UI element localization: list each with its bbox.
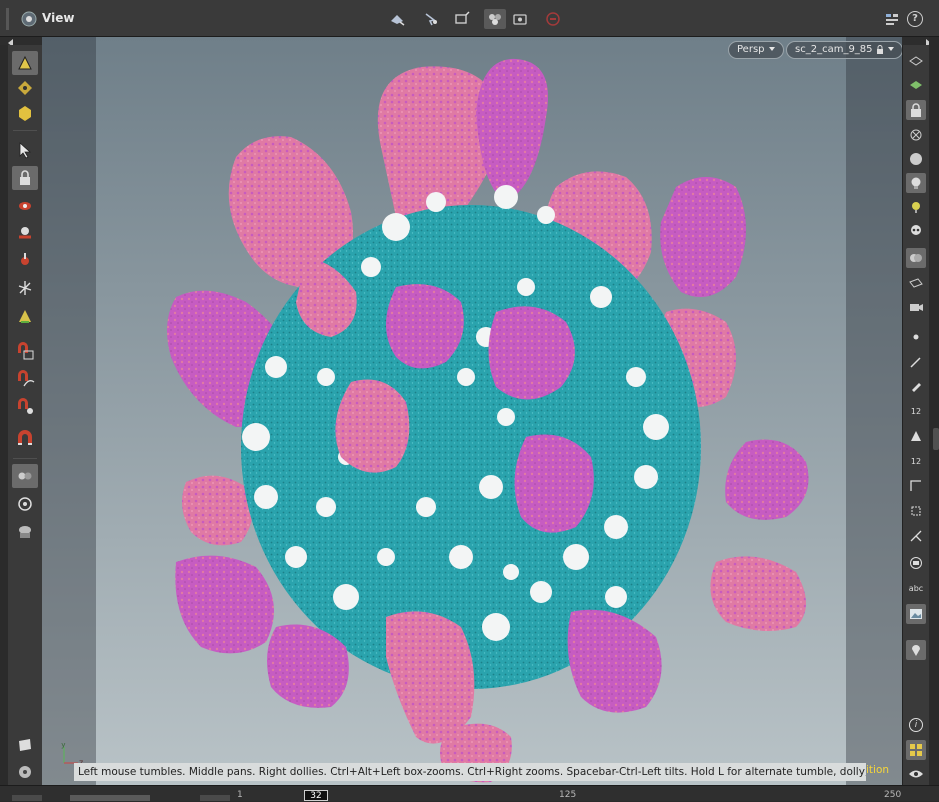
eye-view-icon[interactable]: [20, 10, 38, 28]
point-light-icon[interactable]: [906, 197, 926, 217]
toolbar-divider: [13, 458, 37, 459]
select-mode-icon[interactable]: [386, 9, 408, 29]
eye-icon[interactable]: [906, 764, 926, 784]
camera-mask-right: [846, 37, 902, 785]
secure-selection-icon[interactable]: [420, 9, 442, 29]
toolbar-divider: [13, 130, 37, 131]
text-abc-icon[interactable]: abc: [906, 578, 926, 598]
status-message: Left mouse tumbles. Middle pans. Right d…: [74, 763, 866, 781]
view-camera-icon[interactable]: [12, 193, 38, 217]
image-icon[interactable]: [906, 604, 926, 624]
camera-menu[interactable]: Persp: [728, 41, 784, 59]
link-camera-icon[interactable]: [12, 464, 38, 488]
transform-handles-icon[interactable]: [451, 9, 473, 29]
camera-mask-left: [42, 37, 96, 785]
display-flipbook-icon[interactable]: [12, 733, 38, 757]
help-icon[interactable]: ?: [905, 9, 925, 29]
grid-icon[interactable]: [906, 740, 926, 760]
timeline-segment: [70, 795, 150, 801]
constraint-icon[interactable]: [906, 501, 926, 521]
display-options-icon[interactable]: [484, 9, 506, 29]
timeline-start-label: 1: [237, 790, 243, 800]
lock-icon[interactable]: [12, 166, 38, 190]
status-overflow-text: ition: [866, 764, 890, 776]
object-mode-icon[interactable]: [12, 51, 38, 75]
ghost-icon[interactable]: [906, 75, 926, 95]
count-12b-icon[interactable]: 12: [906, 451, 926, 471]
timeline-bar[interactable]: 1 32 125 250: [0, 785, 939, 801]
pane-header: View ?: [0, 0, 939, 37]
text-abc-label: abc: [908, 583, 924, 593]
chevron-down-icon: [887, 47, 894, 51]
cloud-icon[interactable]: [906, 248, 926, 268]
camera-menu-label: Persp: [737, 44, 765, 55]
handle-tool-icon[interactable]: [12, 248, 38, 272]
scene-viewport[interactable]: Persp sc_2_cam_9_85 y z Left mouse tumbl…: [42, 37, 902, 785]
snapshot-icon[interactable]: [509, 9, 531, 29]
pen-icon[interactable]: [906, 376, 926, 396]
magnet-snap-curve-icon[interactable]: [12, 367, 38, 391]
magnet-icon[interactable]: [12, 427, 38, 451]
timeline-mid-label: 125: [559, 790, 577, 800]
shader-icon[interactable]: [906, 426, 926, 446]
path-icon[interactable]: [906, 476, 926, 496]
render-settings-icon[interactable]: [12, 760, 38, 784]
timeline-end-label: 250: [884, 790, 902, 800]
select-arrow-icon[interactable]: [12, 138, 38, 162]
right-toolbar: 12 12 abc i: [902, 45, 929, 785]
pin-icon[interactable]: [906, 640, 926, 660]
magnet-snap-point-icon[interactable]: [12, 395, 38, 419]
help-label: ?: [907, 11, 923, 27]
light-bulb-icon[interactable]: [906, 173, 926, 193]
current-frame-marker[interactable]: 32: [304, 790, 328, 801]
stop-render-icon[interactable]: [542, 9, 564, 29]
lock-icon: [876, 44, 883, 54]
snap-record-icon[interactable]: [12, 492, 38, 516]
axis-y-label: y: [61, 743, 66, 749]
timeline-segment: [12, 795, 42, 801]
sphere-icon[interactable]: [906, 149, 926, 169]
count-12b-label: 12: [910, 456, 922, 466]
camera-icon[interactable]: [906, 273, 926, 293]
camera-select[interactable]: sc_2_cam_9_85: [786, 41, 902, 59]
count-12-label: 12: [910, 406, 922, 416]
frame-icon[interactable]: [906, 553, 926, 573]
wand-icon[interactable]: [906, 352, 926, 372]
close-view-icon[interactable]: [906, 125, 926, 145]
pose-tool-icon[interactable]: [12, 276, 38, 300]
virus-model: [167, 58, 809, 783]
camera-small-icon[interactable]: [906, 297, 926, 317]
info-icon[interactable]: i: [906, 715, 926, 735]
layers-icon[interactable]: [906, 51, 926, 71]
pane-title: View: [42, 11, 75, 25]
points-mode-icon[interactable]: [12, 76, 38, 100]
brush-tool-icon[interactable]: [12, 304, 38, 328]
timeline-segment: [200, 795, 230, 801]
pane-grip[interactable]: [6, 8, 9, 30]
left-toolbar: [8, 45, 43, 785]
lock-view-icon[interactable]: [906, 100, 926, 120]
skull-icon[interactable]: [906, 221, 926, 241]
count-12-icon[interactable]: 12: [906, 401, 926, 421]
chevron-down-icon: [768, 47, 775, 51]
pane-layout-icon[interactable]: [882, 9, 902, 29]
dot-icon[interactable]: [906, 327, 926, 347]
render-region-icon[interactable]: [12, 221, 38, 245]
info-label: i: [909, 718, 923, 732]
render-view-icon[interactable]: [12, 520, 38, 544]
pane-edge: [929, 37, 939, 785]
chain-icon[interactable]: [906, 526, 926, 546]
magnet-snap-grid-icon[interactable]: [12, 339, 38, 363]
camera-name-label: sc_2_cam_9_85: [795, 44, 873, 55]
pane-resize-handle[interactable]: [933, 428, 939, 450]
primitive-mode-icon[interactable]: [12, 101, 38, 125]
